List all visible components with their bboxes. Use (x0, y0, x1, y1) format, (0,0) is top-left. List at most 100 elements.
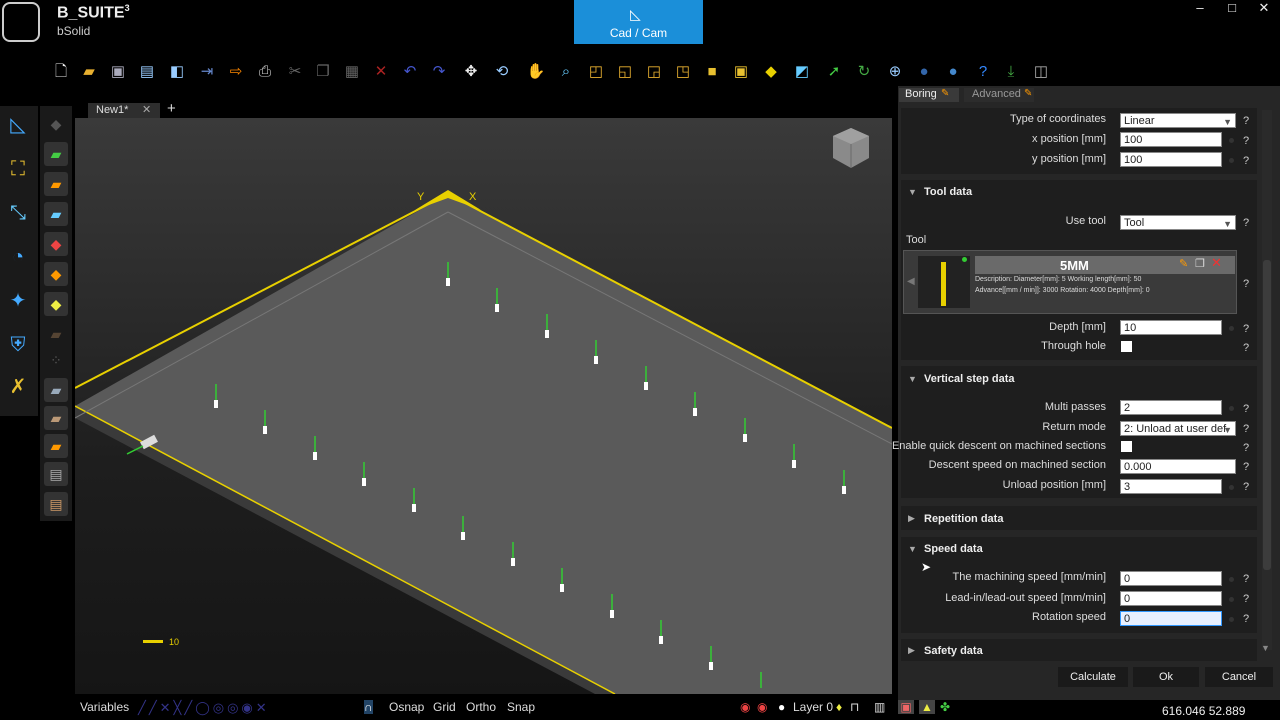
delete-icon[interactable]: ✕ (370, 60, 392, 84)
zoom-icon[interactable]: ⌕ (555, 60, 577, 84)
machining-5-icon[interactable]: ◆ (44, 232, 68, 256)
view-front-icon[interactable]: ◱ (614, 60, 636, 84)
multi-passes-input[interactable]: 2 (1120, 400, 1222, 415)
view-left-icon[interactable]: ◳ (672, 60, 694, 84)
redo-icon[interactable]: ↷ (428, 60, 450, 84)
view-solid-icon[interactable]: ■ (701, 60, 723, 84)
collapse-speed-icon[interactable]: ▼ (908, 544, 917, 554)
undo-icon[interactable]: ↶ (399, 60, 421, 84)
download-icon[interactable]: ⤓ (1000, 60, 1022, 84)
machining-7-icon[interactable]: ◆ (44, 292, 68, 316)
machining-9-icon[interactable]: ⁘ (44, 348, 68, 372)
ortho-toggle[interactable]: Ortho (466, 700, 496, 714)
tab-boring[interactable]: Boring (899, 88, 959, 102)
machining-speed-input[interactable]: 0 (1120, 571, 1222, 586)
return-mode-select[interactable]: 2: Unload at user def ▼ (1120, 421, 1236, 436)
help-icon[interactable]: ? (1243, 442, 1249, 454)
scroll-down-icon[interactable]: ▼ (1261, 643, 1270, 653)
paste-icon[interactable]: ▦ (341, 60, 363, 84)
through-hole-checkbox[interactable] (1121, 341, 1132, 352)
refresh-icon[interactable]: ↻ (853, 60, 875, 84)
view-cube-wire-icon[interactable]: ◰ (585, 60, 607, 84)
pan-hand-icon[interactable]: ✋ (525, 60, 547, 84)
layout-panel-icon[interactable]: ◫ (1030, 60, 1052, 84)
lock-icon[interactable]: ⊓ (850, 700, 859, 714)
machining-1-icon[interactable]: ◆ (44, 112, 68, 136)
use-tool-select[interactable]: Tool ▼ (1120, 215, 1236, 230)
bind-dot-icon[interactable] (1229, 138, 1234, 143)
view-iso-icon[interactable]: ◆ (760, 60, 782, 84)
export-pdf-icon[interactable]: ⇨ (225, 60, 247, 84)
help-icon[interactable]: ? (1243, 278, 1249, 290)
copy-tool-icon[interactable]: ❐ (1195, 257, 1205, 270)
layer-color-icon[interactable]: ◉ (740, 700, 750, 714)
view-right-icon[interactable]: ◲ (643, 60, 665, 84)
pick-icon[interactable]: ➚ (823, 60, 845, 84)
drill-icon[interactable]: ✦ (4, 286, 32, 316)
help-icon[interactable]: ? (972, 60, 994, 84)
help-icon[interactable]: ? (1243, 613, 1249, 625)
machining-13-icon[interactable]: ▤ (44, 462, 68, 486)
help-icon[interactable]: ? (1243, 403, 1249, 415)
save-as-icon[interactable]: ▤ (136, 60, 158, 84)
measure-icon[interactable]: ⤡ (4, 198, 32, 228)
layers-list-icon[interactable]: ▥ (874, 700, 885, 714)
expand-safety-icon[interactable]: ▶ (908, 645, 915, 656)
render-sphere-icon[interactable]: ● (942, 60, 964, 84)
type-coordinates-select[interactable]: Linear ▼ (1120, 113, 1236, 128)
bind-dot-icon[interactable] (1229, 617, 1234, 622)
help-icon[interactable]: ? (1243, 217, 1249, 229)
machining-6-icon[interactable]: ◆ (44, 262, 68, 286)
sphere-icon[interactable]: ● (913, 60, 935, 84)
open-folder-icon[interactable]: ▰ (78, 60, 100, 84)
help-icon[interactable]: ? (1243, 342, 1249, 354)
import-icon[interactable]: ◧ (166, 60, 188, 84)
tool-prev-icon[interactable]: ◀ (907, 276, 915, 287)
vertical-step-header[interactable]: Vertical step data (924, 373, 1015, 385)
export-icon[interactable]: ⇥ (196, 60, 218, 84)
draw-ruler-icon[interactable]: ◺ (4, 110, 32, 140)
help-icon[interactable]: ? (1243, 115, 1249, 127)
machining-12-icon[interactable]: ▰ (44, 434, 68, 458)
machining-3-icon[interactable]: ▰ (44, 172, 68, 196)
repetition-header[interactable]: Repetition data (924, 513, 1003, 525)
descent-speed-input[interactable]: 0.000 (1120, 459, 1236, 474)
machining-11-icon[interactable]: ▰ (44, 406, 68, 430)
grid-toggle[interactable]: Grid (433, 700, 456, 714)
calculate-button[interactable]: Calculate (1058, 667, 1128, 687)
tab-close-icon[interactable]: ✕ (142, 103, 151, 116)
machining-14-icon[interactable]: ▤ (44, 492, 68, 516)
rotation-speed-input[interactable]: 0 (1120, 611, 1222, 626)
transform-icon[interactable]: ⛶ (4, 154, 32, 184)
y-position-input[interactable]: 100 (1120, 152, 1222, 167)
grid-globe-icon[interactable]: ⊕ (884, 60, 906, 84)
bind-dot-icon[interactable] (1229, 406, 1234, 411)
bind-dot-icon[interactable] (1229, 158, 1234, 163)
bind-dot-icon[interactable] (1229, 597, 1234, 602)
view-transparent-icon[interactable]: ◩ (791, 60, 813, 84)
tools-icon[interactable]: ✗ (4, 372, 32, 402)
move-icon[interactable]: ✥ (460, 60, 482, 84)
ok-button[interactable]: Ok (1133, 667, 1199, 687)
help-icon[interactable]: ? (1243, 593, 1249, 605)
remove-tool-icon[interactable]: ✕ (1211, 255, 1222, 271)
snap-tools-icon[interactable]: ╱╱✕╳╱◯◎◎◉✕ (138, 700, 270, 716)
status-tool-3-icon[interactable]: ✤ (940, 700, 950, 714)
edit-tool-icon[interactable]: ✎ (1179, 257, 1188, 270)
add-tab-button[interactable]: + (167, 100, 176, 117)
bind-dot-icon[interactable] (1229, 577, 1234, 582)
view-top-icon[interactable]: ▣ (730, 60, 752, 84)
leadin-speed-input[interactable]: 0 (1120, 591, 1222, 606)
expand-repetition-icon[interactable]: ▶ (908, 513, 915, 524)
shield-icon[interactable]: ⛨ (4, 330, 32, 360)
unload-position-input[interactable]: 3 (1120, 479, 1222, 494)
variables-button[interactable]: Variables (80, 700, 129, 714)
minimize-button[interactable]: – (1189, 0, 1211, 15)
new-file-icon[interactable]: 🗋 (50, 60, 72, 84)
panel-scrollbar-thumb[interactable] (1263, 260, 1271, 570)
copy-icon[interactable]: ❐ (312, 60, 334, 84)
status-tool-1-icon[interactable]: ▣ (898, 700, 914, 714)
save-icon[interactable]: ▣ (107, 60, 129, 84)
machining-10-icon[interactable]: ▰ (44, 378, 68, 402)
help-icon[interactable]: ? (1243, 461, 1249, 473)
